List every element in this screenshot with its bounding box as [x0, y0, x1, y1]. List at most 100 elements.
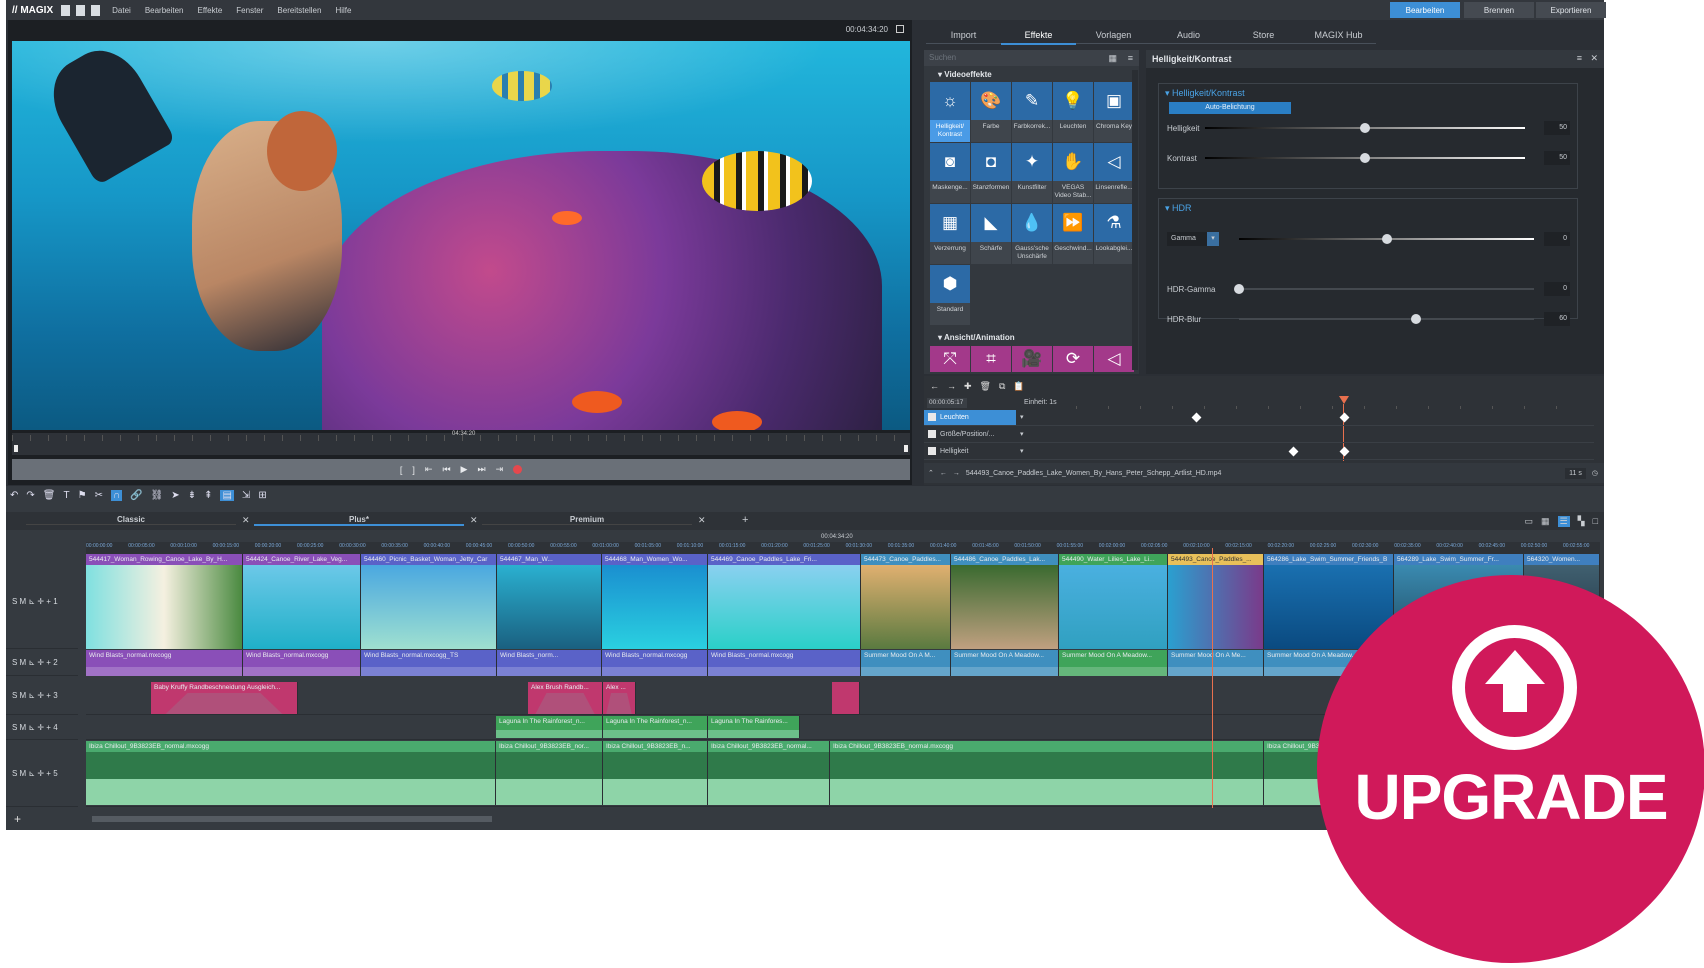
effect-tile[interactable]: ✦Kunstfilter	[1012, 143, 1052, 203]
effect-tile[interactable]: ⬢Standard	[930, 265, 970, 325]
range-end-handle[interactable]	[904, 445, 908, 452]
chevron-down-icon[interactable]: ▾	[1020, 430, 1024, 438]
slider-value[interactable]: 50	[1544, 151, 1570, 165]
audio-clip[interactable]: Laguna In The Rainfores...	[708, 716, 800, 738]
keyframe-track-name[interactable]: Helligkeit	[924, 444, 1016, 459]
tab-import[interactable]: Import	[926, 30, 1001, 44]
animation-effect-tile[interactable]: ⟳	[1053, 346, 1093, 372]
effect-tile[interactable]: ✋VEGAS Video Stab...	[1053, 143, 1093, 203]
effect-tile[interactable]: ▦Verzerrung	[930, 204, 970, 264]
audio-clip[interactable]: Summer Mood On A Meadow...	[1059, 650, 1168, 676]
next-frame-icon[interactable]: ⏭	[477, 464, 485, 475]
checkbox[interactable]	[928, 413, 936, 421]
range-start-handle[interactable]	[14, 445, 18, 452]
sort-icon[interactable]: ≡	[1128, 53, 1133, 63]
audio-clip[interactable]: Summer Mood On A Me...	[1168, 650, 1264, 676]
menu-item-datei[interactable]: Datei	[112, 6, 131, 15]
single-view-icon[interactable]: ▭	[1525, 516, 1534, 527]
animation-effect-tile[interactable]: ⌗	[971, 346, 1011, 372]
close-tab-icon[interactable]: ✕	[470, 515, 478, 526]
close-icon[interactable]: ✕	[1590, 53, 1598, 64]
section-videoeffekte[interactable]: ▾ Videoeffekte	[924, 70, 992, 79]
animation-effect-tile[interactable]: ◁	[1094, 346, 1134, 372]
title-clip[interactable]: Baby Kruffy Randbeschneidung Ausgleich..…	[151, 682, 298, 714]
arrangement-tab-2[interactable]: Premium	[482, 515, 692, 525]
preview-scrubber[interactable]: 04:34:20	[12, 433, 910, 455]
pointer-icon[interactable]: ➤	[171, 490, 179, 501]
audio-clip[interactable]: Wind Blasts_normal.mxcogg	[243, 650, 361, 676]
slider-knob[interactable]	[1234, 284, 1244, 294]
video-clip[interactable]: 544493_Canoe_Paddles_...	[1168, 554, 1264, 649]
tab-audio[interactable]: Audio	[1151, 30, 1226, 44]
effect-tile[interactable]: 💡Leuchten	[1053, 82, 1093, 142]
video-clip[interactable]: 544473_Canoe_Paddles...	[861, 554, 951, 649]
tab-store[interactable]: Store	[1226, 30, 1301, 44]
trim-icon[interactable]: ⇲	[242, 490, 250, 501]
group-title[interactable]: ▾ HDR	[1159, 199, 1577, 218]
arrangement-tab-1[interactable]: Plus*	[254, 515, 464, 526]
text-icon[interactable]: T	[63, 490, 69, 501]
audio-clip[interactable]: Ibiza Chillout_9B3823EB_normal.mxcogg	[830, 741, 1264, 805]
helligkeit-slider[interactable]	[1205, 127, 1525, 129]
effect-tile[interactable]: 💧Gauss'sche Unschärfe	[1012, 204, 1052, 264]
video-clip[interactable]: 544424_Canoe_River_Lake_Veg...	[243, 554, 361, 649]
effects-search-input[interactable]: Suchen	[924, 50, 1139, 66]
menu-item-bearbeiten[interactable]: Bearbeiten	[145, 6, 184, 15]
clock-icon[interactable]: ◷	[1592, 469, 1598, 477]
gamma-slider[interactable]	[1239, 238, 1534, 240]
track-controls[interactable]: S M ⊾ ✛ + 2	[12, 658, 58, 667]
video-clip[interactable]: 544467_Man_W...	[497, 554, 602, 649]
checkbox[interactable]	[928, 447, 936, 455]
audio-clip[interactable]: Laguna In The Rainforest_n...	[496, 716, 603, 738]
keyframe-diamond[interactable]	[1192, 413, 1202, 423]
effect-tile[interactable]: ⚗Lookabglei...	[1094, 204, 1134, 264]
mode-exportieren-button[interactable]: Exportieren	[1536, 2, 1606, 18]
checkbox[interactable]	[928, 430, 936, 438]
unlink-icon[interactable]: ⛓	[151, 490, 164, 501]
tab-vorlagen[interactable]: Vorlagen	[1076, 30, 1151, 44]
effect-tile[interactable]: ⏩Geschwind...	[1053, 204, 1093, 264]
magnet-icon[interactable]: ∩	[111, 490, 122, 501]
menu-item-hilfe[interactable]: Hilfe	[335, 6, 351, 15]
effects-scrollbar[interactable]	[1132, 70, 1138, 370]
chevron-down-icon[interactable]: ▾	[1207, 232, 1219, 246]
mark-out-icon[interactable]: ]	[412, 465, 415, 475]
slider-knob[interactable]	[1382, 234, 1392, 244]
video-clip[interactable]: 544469_Canoe_Paddles_Lake_Fri...	[708, 554, 861, 649]
effect-tile[interactable]: ▣Chroma Key	[1094, 82, 1134, 142]
gamma-select[interactable]: Gamma	[1167, 232, 1207, 246]
grid-view-icon[interactable]: ▦	[1108, 53, 1117, 64]
animation-effect-tile[interactable]: 🎥	[1012, 346, 1052, 372]
playhead-marker-icon[interactable]	[1339, 396, 1349, 404]
slider-knob[interactable]	[1360, 123, 1370, 133]
audio-clip[interactable]: Wind Blasts_normal.mxcogg	[602, 650, 708, 676]
audio-clip[interactable]: Ibiza Chillout_9B3823EB_normal...	[708, 741, 830, 805]
slider-value[interactable]: 0	[1544, 282, 1570, 296]
maximize-icon[interactable]: □	[1593, 516, 1598, 527]
audio-clip[interactable]: Summer Mood On A M...	[861, 650, 951, 676]
effect-tile[interactable]: ◣Schärfe	[971, 204, 1011, 264]
audio-clip[interactable]: Wind Blasts_norm...	[497, 650, 602, 676]
save-icon[interactable]	[91, 5, 100, 16]
menu-item-fenster[interactable]: Fenster	[236, 6, 263, 15]
slider-value[interactable]: 60	[1544, 312, 1570, 326]
mode2-icon[interactable]: ⇞	[204, 490, 212, 501]
chevron-down-icon[interactable]: ▾	[1020, 413, 1024, 421]
arrow-right-icon[interactable]: →	[953, 470, 960, 477]
collapse-icon[interactable]: ⌃	[928, 469, 934, 477]
video-clip[interactable]: 544460_Picnic_Basket_Woman_Jetty_Car	[361, 554, 497, 649]
play-icon[interactable]: ▶	[461, 464, 468, 475]
storyboard-icon[interactable]: ▚	[1578, 516, 1585, 527]
timeline-scrollbar[interactable]	[92, 816, 492, 822]
effect-tile[interactable]: ◘Stanzformen	[971, 143, 1011, 203]
mode-bearbeiten-button[interactable]: Bearbeiten	[1390, 2, 1460, 18]
track-controls[interactable]: S M ⊾ ✛ + 4	[12, 723, 58, 732]
video-clip[interactable]: 544417_Woman_Rowing_Canoe_Lake_By_H...	[86, 554, 243, 649]
go-end-icon[interactable]: ⇥	[496, 464, 504, 475]
track-controls[interactable]: S M ⊾ ✛ + 5	[12, 769, 58, 778]
video-clip[interactable]: 544486_Canoe_Paddles_Lak...	[951, 554, 1059, 649]
slider-value[interactable]: 50	[1544, 121, 1570, 135]
video-clip[interactable]: 544490_Water_Lilies_Lake_Li...	[1059, 554, 1168, 649]
copy-icon[interactable]: ⧉	[999, 381, 1005, 392]
audio-clip[interactable]: Summer Mood On A Meadow...	[951, 650, 1059, 676]
